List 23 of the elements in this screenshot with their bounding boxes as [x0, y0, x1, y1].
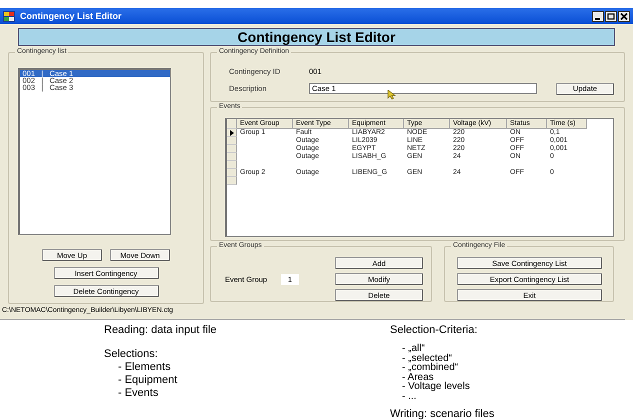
pointer-icon — [387, 90, 398, 100]
note-heading: Selections: — [104, 348, 159, 361]
close-icon[interactable] — [618, 10, 630, 22]
header-banner: Contingency List Editor — [18, 28, 615, 46]
maximize-icon[interactable] — [605, 10, 617, 22]
note-item: - „selected“ — [401, 354, 452, 363]
note-item: - Events — [117, 387, 160, 400]
row-header[interactable] — [227, 129, 237, 137]
note-item: - ... — [401, 392, 416, 401]
window-title: Contingency List Editor — [20, 11, 122, 21]
note-heading: Selection-Criteria: — [390, 324, 478, 337]
note-heading: Reading: data input file — [104, 324, 218, 337]
minimize-icon[interactable] — [592, 10, 604, 22]
note-item: - „combined“ — [401, 363, 460, 372]
current-row-icon — [230, 130, 234, 136]
note-heading: Writing: scenario files — [390, 408, 496, 420]
note-item: - Elements — [117, 361, 172, 374]
app-icon — [3, 10, 15, 22]
note-item: - Voltage levels — [401, 382, 471, 392]
note-item: - Areas — [401, 372, 434, 382]
note-item: - „all“ — [401, 344, 425, 354]
row-header — [227, 119, 237, 129]
note-item: - Equipment — [117, 374, 178, 387]
